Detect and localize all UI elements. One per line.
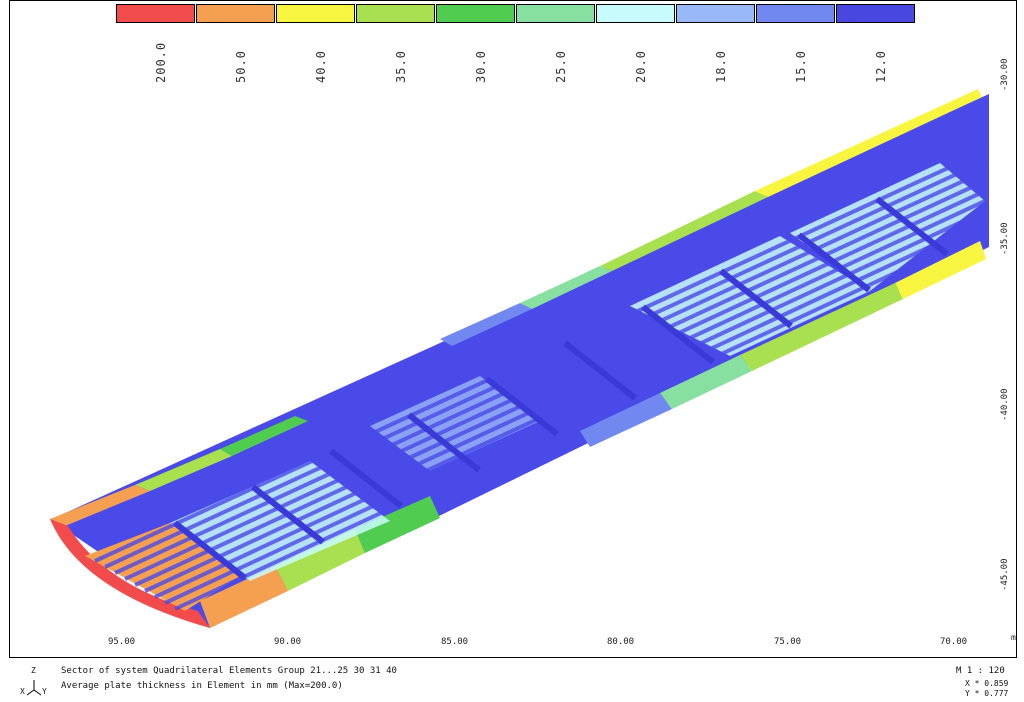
legend-value: 20.0 (634, 50, 648, 83)
stringer-line (94, 149, 986, 563)
axis-x-label: X (20, 687, 25, 696)
legend-value: 30.0 (474, 50, 488, 83)
footer-line-1: Sector of system Quadrilateral Elements … (61, 666, 397, 676)
stringer-line (134, 189, 986, 587)
legend-value: 40.0 (314, 50, 328, 83)
x-tick-label: 95.00 (108, 637, 136, 647)
hull-model (50, 89, 989, 628)
legend-value: 35.0 (394, 50, 408, 83)
y-value-label: Y * 0.777 (965, 689, 1009, 698)
x-tick-label: 70.00 (940, 637, 968, 647)
y-axis-unit: m (1011, 633, 1016, 642)
x-tick-label: 75.00 (774, 637, 802, 647)
x-tick-label: 90.00 (274, 637, 302, 647)
stringer-line (104, 159, 986, 569)
stringer-line (144, 199, 986, 593)
y-tick-label: -45.00 (1000, 558, 1010, 591)
stringer-line (114, 169, 986, 575)
axis-z-label: Z (31, 666, 36, 675)
legend-value: 12.0 (874, 50, 888, 83)
model-viewport[interactable]: 95.00 90.00 85.00 80.00 75.00 70.00 -30.00 -35… (9, 0, 1017, 658)
y-tick-label: -35.00 (1000, 222, 1010, 255)
legend-value: 15.0 (794, 50, 808, 83)
footer-line-2: Average plate thickness in Element in mm… (61, 681, 343, 691)
stringer-line (124, 179, 986, 581)
y-tick-label: -30.00 (1000, 58, 1010, 91)
legend-value: 18.0 (714, 50, 728, 83)
status-footer: Z X Y Sector of system Quadrilateral Ele… (0, 660, 1024, 699)
stringer-line (154, 209, 986, 599)
legend-value: 200.0 (154, 41, 168, 83)
x-value-label: X * 0.859 (965, 679, 1009, 688)
y-tick-label: -40.00 (1000, 388, 1010, 421)
legend-value: 25.0 (554, 50, 568, 83)
x-tick-label: 80.00 (607, 637, 635, 647)
legend-value: 50.0 (234, 50, 248, 83)
x-tick-label: 85.00 (441, 637, 469, 647)
axis-y-label: Y (42, 687, 47, 696)
scale-label: M 1 : 120 (956, 666, 1005, 676)
